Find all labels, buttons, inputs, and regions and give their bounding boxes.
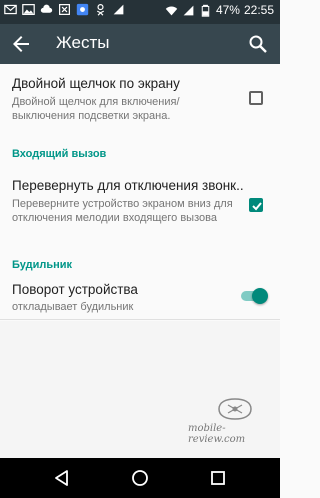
setting-summary: откладывает будильник: [12, 301, 134, 313]
check-icon: [252, 202, 262, 211]
app-bar: Жесты: [0, 24, 280, 64]
cellular-icon: [183, 5, 194, 15]
app-icon: [76, 3, 89, 16]
setting-double-tap[interactable]: Двойной щелчок по экрану Двойной щелчок …: [0, 64, 280, 126]
setting-flip-to-mute[interactable]: Перевернуть для отключения звонк.. Перев…: [0, 168, 280, 248]
setting-summary: Переверните устройство экраном вниз для …: [12, 198, 233, 224]
section-header-incoming-call: Входящий вызов: [12, 148, 107, 160]
watermark-text: mobile-review.com: [188, 423, 246, 445]
ok-icon: [96, 4, 105, 16]
page-title: Жесты: [56, 33, 110, 52]
cloud-icon: [40, 4, 53, 13]
empty-area: mobile-review.com: [0, 321, 280, 458]
battery-icon: [201, 4, 210, 17]
settings-list: Двойной щелчок по экрану Двойной щелчок …: [0, 64, 280, 320]
navigation-bar: [0, 458, 280, 498]
search-icon[interactable]: [246, 32, 270, 56]
home-circle-icon[interactable]: [130, 468, 150, 488]
setting-title: Двойной щелчок по экрану: [12, 76, 180, 91]
mail-icon: [4, 4, 17, 15]
wifi-icon: [165, 6, 178, 15]
section-header-alarm: Будильник: [12, 259, 73, 271]
setting-summary: Двойной щелчок для включения/ выключения…: [12, 96, 180, 122]
clock: 22:55: [243, 3, 274, 17]
setting-rotate-device[interactable]: Поворот устройства откладывает будильник: [0, 276, 280, 320]
setting-title: Перевернуть для отключения звонк..: [12, 178, 244, 193]
watermark-logo: [218, 398, 252, 420]
back-triangle-icon[interactable]: [52, 468, 72, 488]
status-bar: 47% 22:55: [0, 0, 280, 24]
close-box-icon: [59, 4, 70, 15]
arrow-back-icon[interactable]: [9, 32, 33, 56]
setting-title: Поворот устройства: [12, 282, 138, 297]
toggle-knob: [252, 288, 268, 304]
double-tap-checkbox[interactable]: [249, 91, 263, 105]
flip-to-mute-checkbox[interactable]: [249, 198, 263, 212]
notification-icons: [4, 3, 125, 16]
system-icons: 47% 22:55: [165, 3, 274, 17]
recents-square-icon[interactable]: [208, 468, 228, 488]
image-icon: [22, 4, 35, 15]
rotate-device-toggle[interactable]: [239, 286, 269, 306]
battery-percent: 47%: [215, 3, 240, 17]
signal-icon: [113, 4, 124, 15]
